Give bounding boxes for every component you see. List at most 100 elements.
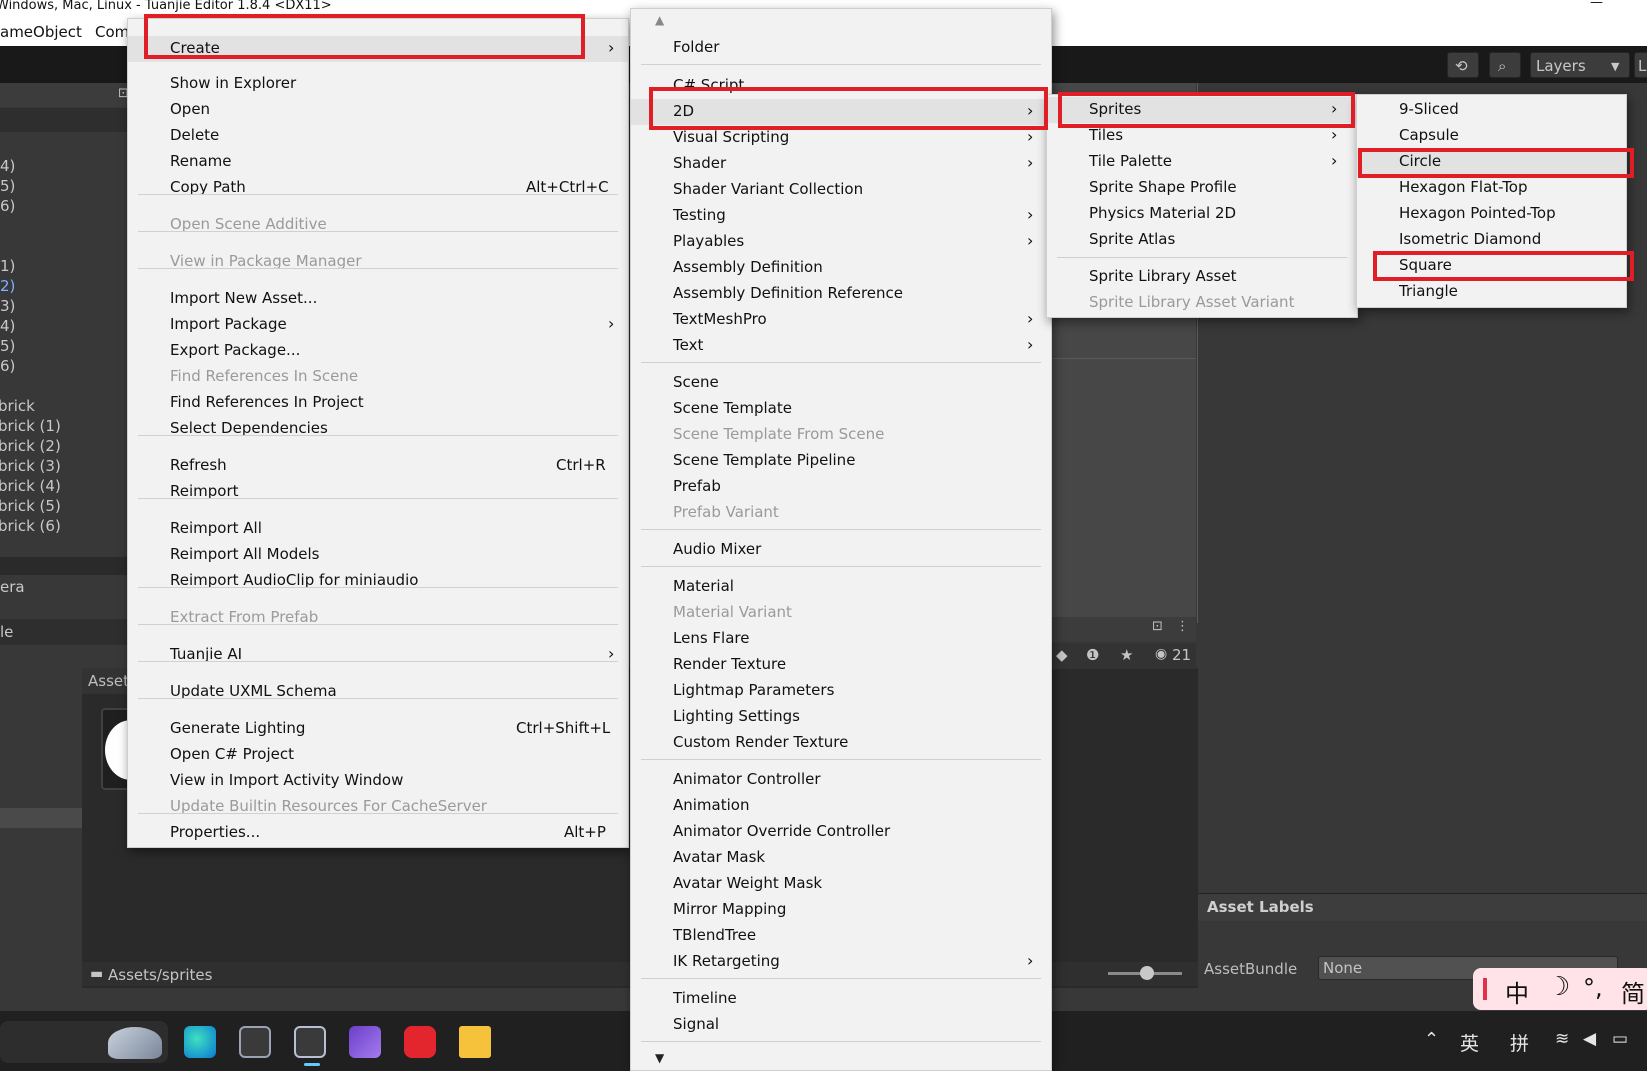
menu-item-hexagon-pointed-top[interactable]: Hexagon Pointed-Top [1357, 201, 1626, 227]
menu-item-capsule[interactable]: Capsule [1357, 123, 1626, 149]
history-button[interactable]: ⟲ [1447, 52, 1479, 78]
hierarchy-item[interactable]: brick (2) [0, 437, 61, 455]
menu-item-physics-material-2d[interactable]: Physics Material 2D [1047, 201, 1357, 227]
hierarchy-item[interactable]: brick (6) [0, 517, 61, 535]
menu-item-2d[interactable]: 2D › [631, 99, 1051, 125]
favorite-star-icon[interactable]: ★ [1120, 646, 1133, 664]
menu-item-delete[interactable]: Delete [128, 123, 628, 149]
tuanjie-editor-icon[interactable] [294, 1026, 326, 1066]
visual-studio-icon[interactable] [349, 1026, 381, 1058]
menu-item-playables[interactable]: Playables › [631, 229, 1051, 255]
menu-item-assembly-definition[interactable]: Assembly Definition [631, 255, 1051, 281]
more-options-icon[interactable]: ⋮ [1176, 619, 1189, 634]
hierarchy-item[interactable]: brick (4) [0, 477, 61, 495]
hierarchy-item[interactable]: 5) [0, 337, 15, 355]
menu-item-lighting-settings[interactable]: Lighting Settings [631, 704, 1051, 730]
hierarchy-item[interactable]: brick (5) [0, 497, 61, 515]
menu-item-tiles[interactable]: Tiles › [1047, 123, 1357, 149]
menu-item-9-sliced[interactable]: 9-Sliced [1357, 97, 1626, 123]
scroll-down-icon[interactable]: ▼ [655, 1051, 664, 1065]
menu-item-properties[interactable]: Properties... Alt+P [128, 820, 628, 846]
hierarchy-item[interactable]: 4) [0, 317, 15, 335]
edge-browser-icon[interactable] [184, 1026, 216, 1058]
chevron-up-icon[interactable]: ⌃ [1424, 1029, 1439, 1050]
ime-moon-icon[interactable]: ☽ [1547, 972, 1570, 1002]
hierarchy-item[interactable]: brick (3) [0, 457, 61, 475]
menu-item-triangle[interactable]: Triangle [1357, 279, 1626, 305]
menu-item-lightmap-parameters[interactable]: Lightmap Parameters [631, 678, 1051, 704]
minimize-button[interactable]: — [1590, 0, 1603, 9]
ime-grip[interactable] [1483, 978, 1487, 1000]
lock-icon[interactable]: ⊡ [1152, 619, 1163, 634]
menu-item-visual-scripting[interactable]: Visual Scripting › [631, 125, 1051, 151]
menu-item-testing[interactable]: Testing › [631, 203, 1051, 229]
menu-item-select-dependencies[interactable]: Select Dependencies [128, 416, 628, 442]
menu-item-find-references-in-project[interactable]: Find References In Project [128, 390, 628, 416]
menu-item-timeline[interactable]: Timeline [631, 986, 1051, 1012]
ime-punctuation[interactable]: °, [1583, 974, 1603, 1002]
menu-item-export-package[interactable]: Export Package... [128, 338, 628, 364]
visibility-eye-icon[interactable]: ◉ [1155, 646, 1167, 662]
menu-item-avatar-mask[interactable]: Avatar Mask [631, 845, 1051, 871]
zoom-slider-handle[interactable] [1140, 966, 1154, 980]
ime-simplified[interactable]: 简 [1621, 974, 1645, 1009]
menu-item-folder[interactable]: Folder [631, 35, 1051, 61]
menu-item-lens-flare[interactable]: Lens Flare [631, 626, 1051, 652]
menu-item-open-csharp-project[interactable]: Open C# Project [128, 742, 628, 768]
hierarchy-item[interactable]: 4) [0, 157, 15, 175]
menu-item-audio-mixer[interactable]: Audio Mixer [631, 537, 1051, 563]
menu-item-import-new-asset[interactable]: Import New Asset... [128, 286, 628, 312]
menu-item-scene-template[interactable]: Scene Template [631, 396, 1051, 422]
tuanjie-hub-icon[interactable] [239, 1026, 271, 1058]
menu-item-scene[interactable]: Scene [631, 370, 1051, 396]
hierarchy-item[interactable]: era [0, 578, 25, 596]
search-button[interactable]: ⌕ [1489, 52, 1521, 78]
hierarchy-item[interactable]: 3) [0, 297, 15, 315]
menu-item-assembly-definition-reference[interactable]: Assembly Definition Reference [631, 281, 1051, 307]
menu-item-import-package[interactable]: Import Package › [128, 312, 628, 338]
menu-item-tuanjie-ai[interactable]: Tuanjie AI › [128, 642, 628, 668]
menu-item-animator-controller[interactable]: Animator Controller [631, 767, 1051, 793]
warning-filter-icon[interactable]: ❶ [1086, 646, 1099, 664]
hierarchy-item[interactable]: brick (1) [0, 417, 61, 435]
menu-item-refresh[interactable]: Refresh Ctrl+R [128, 453, 628, 479]
menu-item-shader[interactable]: Shader › [631, 151, 1051, 177]
menu-item-open[interactable]: Open [128, 97, 628, 123]
menu-item-isometric-diamond[interactable]: Isometric Diamond [1357, 227, 1626, 253]
menu-item-textmeshpro[interactable]: TextMeshPro › [631, 307, 1051, 333]
console-tab[interactable]: le [0, 623, 13, 641]
menu-item-square[interactable]: Square [1357, 253, 1626, 279]
volume-icon[interactable]: ◀ [1583, 1029, 1596, 1049]
menu-item-sprite-atlas[interactable]: Sprite Atlas [1047, 227, 1357, 253]
menu-item-text[interactable]: Text › [631, 333, 1051, 359]
menu-item-sprites[interactable]: Sprites › [1047, 97, 1357, 123]
menu-item-generate-lighting[interactable]: Generate Lighting Ctrl+Shift+L [128, 716, 628, 742]
menu-item-csharp-script[interactable]: C# Script [631, 73, 1051, 99]
menu-item-animator-override-controller[interactable]: Animator Override Controller [631, 819, 1051, 845]
tray-language[interactable]: 英 [1460, 1029, 1479, 1056]
layers-dropdown[interactable]: Layers ▼ [1530, 52, 1630, 78]
menu-item-tile-palette[interactable]: Tile Palette › [1047, 149, 1357, 175]
menu-item-sprite-shape-profile[interactable]: Sprite Shape Profile [1047, 175, 1357, 201]
menu-item-hexagon-flat-top[interactable]: Hexagon Flat-Top [1357, 175, 1626, 201]
menu-item-material[interactable]: Material [631, 574, 1051, 600]
menu-item-ik-retargeting[interactable]: IK Retargeting › [631, 949, 1051, 975]
tray-input-method[interactable]: 拼 [1510, 1029, 1529, 1056]
menu-item-mirror-mapping[interactable]: Mirror Mapping [631, 897, 1051, 923]
menu-item-rename[interactable]: Rename [128, 149, 628, 175]
ime-toolbar[interactable]: 中 ☽ °, 简 [1473, 968, 1647, 1010]
menu-item-view-import-activity[interactable]: View in Import Activity Window [128, 768, 628, 794]
menu-item-reimport-audioclip[interactable]: Reimport AudioClip for miniaudio [128, 568, 628, 594]
menu-item-avatar-weight-mask[interactable]: Avatar Weight Mask [631, 871, 1051, 897]
hierarchy-item[interactable]: 5) [0, 177, 15, 195]
scroll-up-icon[interactable]: ▲ [655, 13, 664, 27]
netease-music-icon[interactable] [404, 1026, 436, 1058]
menu-item-render-texture[interactable]: Render Texture [631, 652, 1051, 678]
taskbar-widgets[interactable] [0, 1021, 168, 1063]
menu-item-prefab[interactable]: Prefab [631, 474, 1051, 500]
assets-breadcrumb[interactable]: Asset [88, 672, 129, 690]
hierarchy-item-selected[interactable]: 2) [0, 277, 15, 295]
menu-item-show-in-explorer[interactable]: Show in Explorer [128, 71, 628, 97]
menu-item-shader-variant-collection[interactable]: Shader Variant Collection [631, 177, 1051, 203]
file-explorer-icon[interactable] [459, 1026, 491, 1058]
